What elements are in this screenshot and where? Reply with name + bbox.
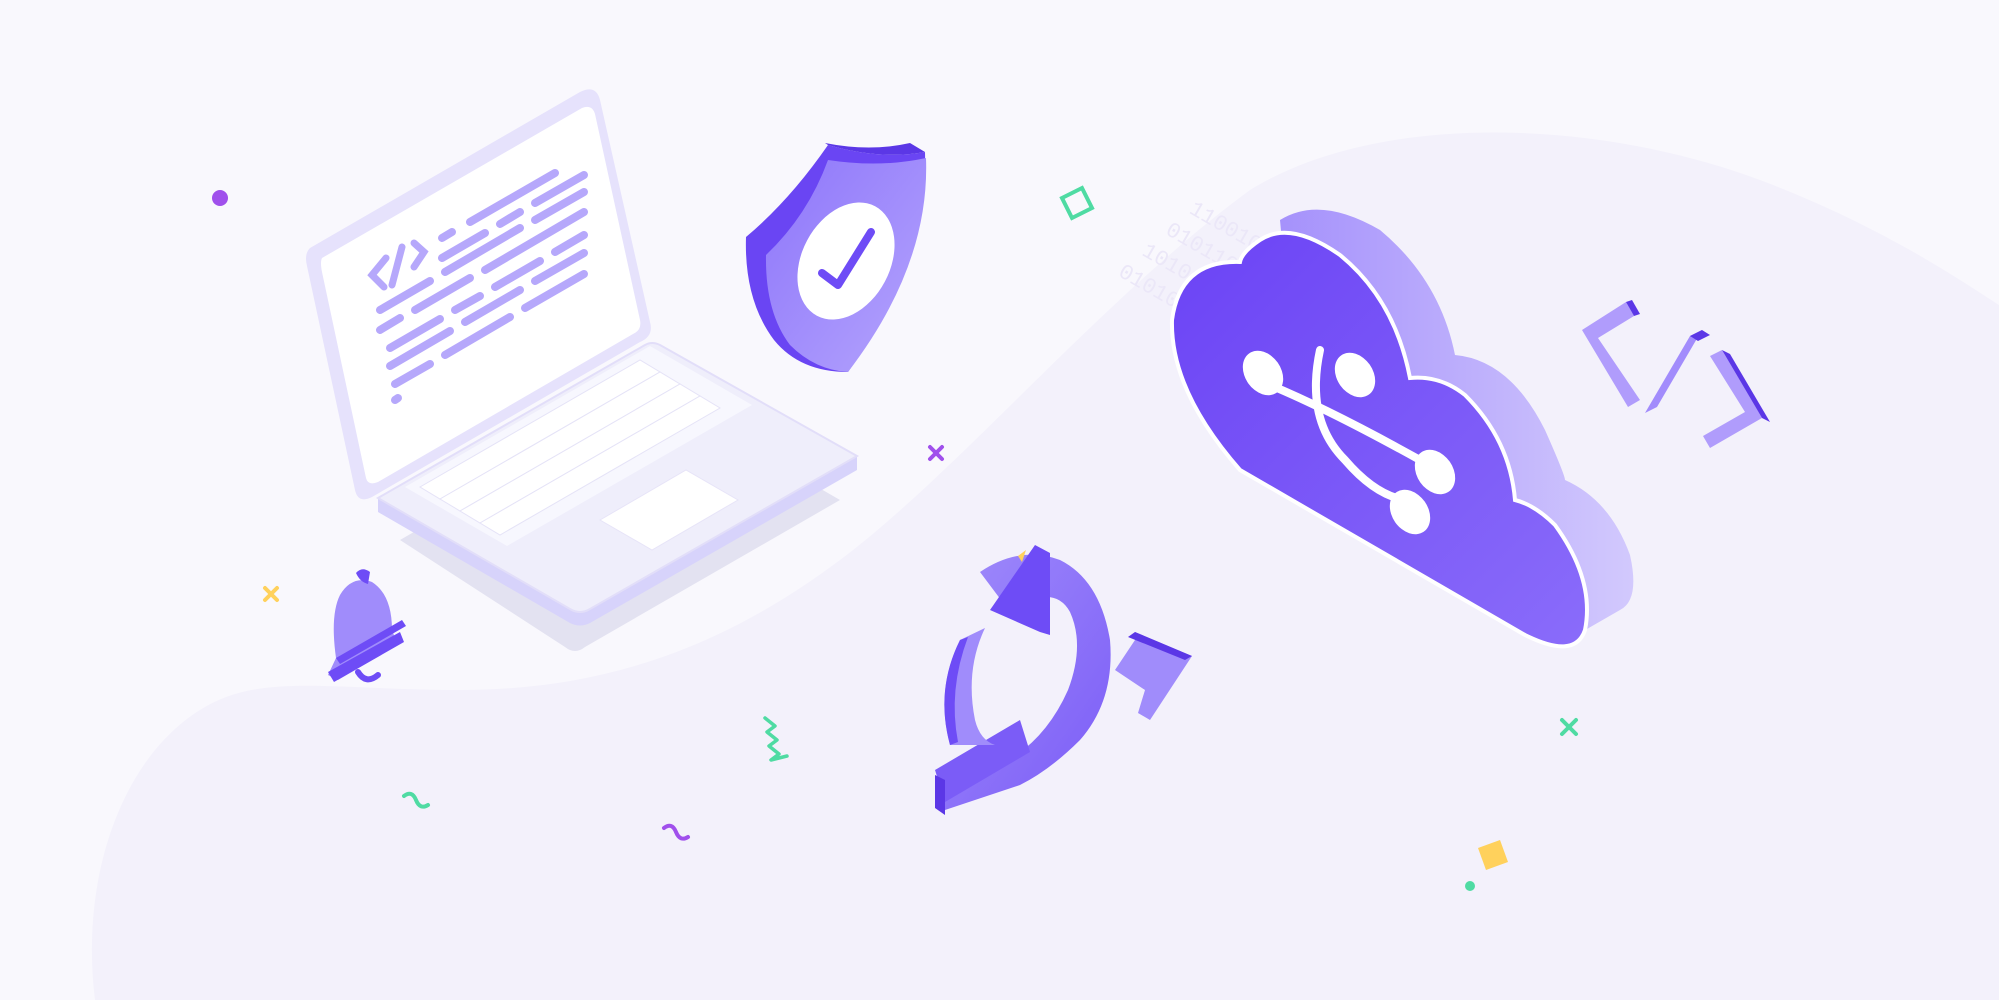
- confetti-dot: [212, 190, 228, 206]
- confetti-dot: [1465, 881, 1475, 891]
- hero-illustration: 1100101010 0101101001 1010010110 0101010…: [0, 0, 1999, 1000]
